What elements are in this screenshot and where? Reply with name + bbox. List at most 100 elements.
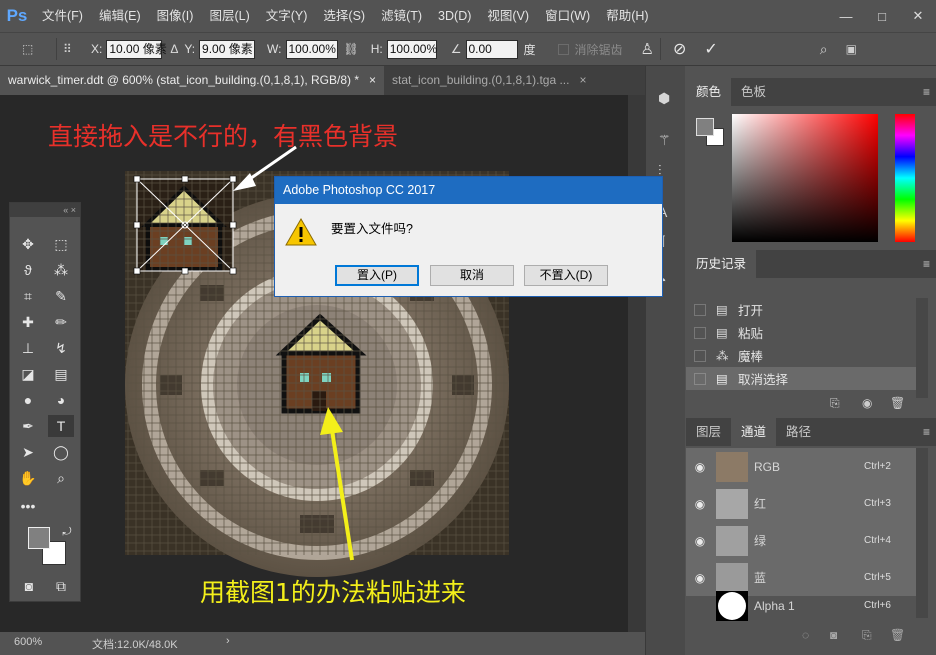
tab-paths[interactable]: 路径 xyxy=(776,418,821,446)
tab-swatches[interactable]: 色板 xyxy=(731,78,776,106)
dont-place-button[interactable]: 不置入(D) xyxy=(524,265,608,286)
visibility-eye-icon[interactable]: ◉ xyxy=(690,460,710,474)
channel-row-red[interactable]: ◉ 红 Ctrl+3 xyxy=(686,485,916,522)
transform-tool-icon[interactable]: ⬚ xyxy=(22,42,50,56)
channels-scrollbar[interactable] xyxy=(916,448,928,618)
color-panel-fg-swatch[interactable] xyxy=(696,118,714,136)
puppet-warp-icon[interactable]: ♙ xyxy=(641,40,654,58)
commit-transform-icon[interactable]: ✓ xyxy=(704,39,717,59)
path-select-icon[interactable]: ➤ xyxy=(15,441,41,463)
y-position-input[interactable]: 9.00 像素 xyxy=(199,39,256,59)
tab-history[interactable]: 历史记录 xyxy=(686,250,757,278)
width-input[interactable]: 100.00% xyxy=(285,39,338,59)
more-tools-icon[interactable]: ••• xyxy=(15,495,41,517)
visibility-eye-icon[interactable]: ◉ xyxy=(690,534,710,548)
panel-menu-icon[interactable]: ≡ xyxy=(923,250,930,278)
menu-edit[interactable]: 编辑(E) xyxy=(91,0,149,32)
history-checkbox[interactable] xyxy=(694,303,706,316)
menu-layer[interactable]: 图层(L) xyxy=(201,0,257,32)
stamp-tool-icon[interactable]: ⊥ xyxy=(15,337,41,359)
foreground-color-swatch[interactable] xyxy=(28,527,50,549)
menu-help[interactable]: 帮助(H) xyxy=(598,0,656,32)
history-scrollbar[interactable] xyxy=(916,298,928,398)
dodge-tool-icon[interactable]: ◕ xyxy=(48,389,74,411)
new-doc-from-state-icon[interactable]: ⎘ xyxy=(830,396,840,411)
height-input[interactable]: 100.00% xyxy=(386,39,437,59)
tab-channels[interactable]: 通道 xyxy=(731,418,777,446)
tab-stat-icon-building[interactable]: stat_icon_building.(0,1,8,1).tga ... × xyxy=(384,66,594,95)
screen-mode-icon[interactable]: ⧉ xyxy=(48,575,74,597)
brush-tool-icon[interactable]: ✏ xyxy=(48,311,74,333)
trash-icon[interactable]: 🗑 xyxy=(890,396,905,410)
menu-3d[interactable]: 3D(D) xyxy=(430,0,479,32)
history-checkbox[interactable] xyxy=(694,326,706,339)
3d-icon[interactable]: ⬢ xyxy=(658,90,670,107)
tab-close-icon[interactable]: × xyxy=(579,66,586,95)
load-selection-icon[interactable]: ◌ xyxy=(802,628,809,642)
menu-window[interactable]: 窗口(W) xyxy=(537,0,598,32)
history-checkbox[interactable] xyxy=(694,372,706,385)
search-icon[interactable]: ⌕ xyxy=(820,41,828,58)
zoom-tool-icon[interactable]: ⌕ xyxy=(48,467,74,489)
marquee-tool-icon[interactable]: ⬚ xyxy=(48,233,74,255)
panel-menu-icon[interactable]: ≡ xyxy=(923,418,930,446)
color-picker-field[interactable] xyxy=(732,114,878,242)
cancel-transform-icon[interactable]: ⊘ xyxy=(673,39,686,59)
toolbox-header[interactable]: « × xyxy=(10,203,80,217)
move-tool-icon[interactable]: ✥ xyxy=(15,233,41,255)
menu-filter[interactable]: 滤镜(T) xyxy=(373,0,430,32)
channel-row-alpha[interactable]: Alpha 1 Ctrl+6 xyxy=(686,587,916,624)
type-tool-icon[interactable]: T xyxy=(48,415,74,437)
eyedropper-tool-icon[interactable]: ✎ xyxy=(48,285,74,307)
ellipse-tool-icon[interactable]: ◯ xyxy=(48,441,74,463)
maximize-button[interactable]: □ xyxy=(864,0,900,32)
history-brush-icon[interactable]: ↯ xyxy=(48,337,74,359)
tab-warwick-timer[interactable]: warwick_timer.ddt @ 600% (stat_icon_buil… xyxy=(0,66,385,95)
lasso-tool-icon[interactable]: ϑ xyxy=(15,259,41,281)
snapshot-icon[interactable]: ◉ xyxy=(862,396,872,410)
brush-presets-icon[interactable]: ⚚ xyxy=(658,132,671,149)
pen-tool-icon[interactable]: ✒ xyxy=(15,415,41,437)
eraser-tool-icon[interactable]: ◪ xyxy=(15,363,41,385)
channel-row-rgb[interactable]: ◉ RGB Ctrl+2 xyxy=(686,448,916,485)
zoom-level[interactable]: 600% xyxy=(14,636,42,648)
hand-tool-icon[interactable]: ✋ xyxy=(15,467,41,489)
reference-point-icon[interactable]: ⠿ xyxy=(63,42,85,56)
menu-image[interactable]: 图像(I) xyxy=(149,0,202,32)
hue-slider[interactable] xyxy=(895,114,915,242)
history-checkbox[interactable] xyxy=(694,349,706,362)
healing-brush-icon[interactable]: ✚ xyxy=(15,311,41,333)
magic-wand-tool-icon[interactable]: ⁂ xyxy=(48,259,74,281)
link-icon[interactable]: ⛓ xyxy=(344,42,359,56)
antialias-checkbox[interactable] xyxy=(557,43,569,55)
new-channel-icon[interactable]: ⎘ xyxy=(862,628,872,643)
menu-type[interactable]: 文字(Y) xyxy=(258,0,316,32)
menu-view[interactable]: 视图(V) xyxy=(479,0,537,32)
visibility-eye-icon[interactable]: ◉ xyxy=(690,497,710,511)
tab-color[interactable]: 颜色 xyxy=(686,78,732,106)
cancel-button[interactable]: 取消 xyxy=(430,265,514,286)
history-item[interactable]: ▤ 打开 xyxy=(686,298,916,321)
quick-mask-icon[interactable]: ◙ xyxy=(16,575,42,597)
delta-icon[interactable]: Δ xyxy=(170,42,178,56)
minimize-button[interactable]: — xyxy=(828,0,864,32)
menu-file[interactable]: 文件(F) xyxy=(34,0,91,32)
trash-icon[interactable]: 🗑 xyxy=(890,628,905,642)
history-item[interactable]: ⁂ 魔棒 xyxy=(686,344,916,367)
status-arrow-icon[interactable]: › xyxy=(226,635,230,647)
tab-close-icon[interactable]: × xyxy=(369,66,376,95)
crop-tool-icon[interactable]: ⌗ xyxy=(15,285,41,307)
history-item-selected[interactable]: ▤ 取消选择 xyxy=(686,367,916,390)
panel-menu-icon[interactable]: ≡ xyxy=(923,78,930,106)
gradient-tool-icon[interactable]: ▤ xyxy=(48,363,74,385)
save-selection-icon[interactable]: ◙ xyxy=(830,628,837,642)
history-item[interactable]: ▤ 粘贴 xyxy=(686,321,916,344)
menu-select[interactable]: 选择(S) xyxy=(315,0,373,32)
close-button[interactable]: ✕ xyxy=(900,0,936,32)
workspace-icon[interactable]: ▣ xyxy=(846,42,857,56)
x-position-input[interactable]: 10.00 像素 xyxy=(106,39,167,59)
angle-input[interactable]: 0.00 xyxy=(465,39,518,59)
swap-colors-icon[interactable]: ⤾ xyxy=(54,521,80,543)
visibility-eye-icon[interactable]: ◉ xyxy=(690,571,710,585)
place-button[interactable]: 置入(P) xyxy=(335,265,419,286)
